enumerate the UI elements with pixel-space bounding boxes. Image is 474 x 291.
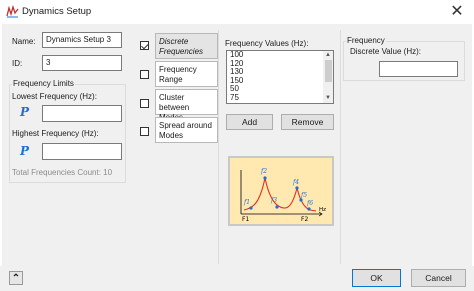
expand-icon[interactable]: ⌃ xyxy=(9,271,23,285)
remove-button[interactable]: Remove xyxy=(281,114,334,130)
footer-bar: ⌃ OK Cancel xyxy=(0,266,474,291)
checkbox[interactable] xyxy=(140,70,149,79)
point-f1 xyxy=(249,206,253,210)
add-button[interactable]: Add xyxy=(226,114,273,130)
label-start: F1 xyxy=(242,216,249,223)
scroll-thumb[interactable] xyxy=(325,60,332,82)
point-f4 xyxy=(295,186,299,190)
label-f2: f2 xyxy=(260,168,267,175)
point-f3 xyxy=(275,205,279,209)
label-f4: f4 xyxy=(292,179,299,186)
scrollbar[interactable]: ▲ ▼ xyxy=(323,51,333,103)
frequency-diagram: f2 f3 f4 f5 f1 f6 F1 F2 Hz xyxy=(228,156,334,226)
name-field[interactable]: Dynamics Setup 3 xyxy=(42,32,122,48)
label-f6: f6 xyxy=(306,200,313,207)
close-icon[interactable]: ✕ xyxy=(447,2,467,22)
scroll-up-icon[interactable]: ▲ xyxy=(325,52,331,58)
label-end: F2 xyxy=(301,216,308,223)
lowest-frequency-label: Lowest Frequency (Hz): xyxy=(12,92,97,101)
name-label: Name: xyxy=(12,37,36,46)
label-f5: f5 xyxy=(300,192,307,199)
label-axis-unit: Hz xyxy=(319,207,326,213)
cancel-button[interactable]: Cancel xyxy=(411,269,466,287)
app-icon xyxy=(6,5,19,18)
lowest-frequency-field[interactable] xyxy=(42,105,122,122)
frequency-panel: Frequency Discrete Value (Hz): xyxy=(340,30,468,264)
frequency-limits-label: Frequency Limits xyxy=(12,79,75,88)
highest-frequency-label: Highest Frequency (Hz): xyxy=(12,129,99,138)
general-panel: Name: Dynamics Setup 3 ID: 3 Frequency L… xyxy=(7,30,126,264)
list-item[interactable]: 75 xyxy=(227,93,333,103)
highest-frequency-field[interactable] xyxy=(42,143,122,160)
parameter-icon[interactable]: P xyxy=(20,144,29,158)
label-f3: f3 xyxy=(270,197,277,204)
list-item[interactable]: 150 xyxy=(227,76,333,86)
id-field[interactable]: 3 xyxy=(42,55,122,71)
parameter-icon[interactable]: P xyxy=(20,105,29,119)
diagram-graphic: f2 f3 f4 f5 f1 f6 F1 F2 Hz xyxy=(230,158,332,224)
title-bar: Dynamics Setup ✕ xyxy=(0,0,474,24)
point-f2 xyxy=(263,176,267,180)
total-frequencies-count: Total Frequencies Count: 10 xyxy=(12,168,113,177)
checkbox[interactable] xyxy=(140,127,149,136)
discrete-value-label: Discrete Value (Hz): xyxy=(350,47,421,56)
checkbox[interactable] xyxy=(140,41,149,50)
discrete-value-field[interactable] xyxy=(379,61,458,77)
ok-button[interactable]: OK xyxy=(352,269,401,287)
frequency-values-list[interactable]: 100 120 130 150 50 75 ▲ ▼ xyxy=(226,50,334,104)
list-item[interactable]: 50 xyxy=(227,84,333,94)
option-tab-cluster-between-modes[interactable]: Cluster between Modes xyxy=(155,89,218,122)
option-tab-frequency-range[interactable]: Frequency Range xyxy=(155,61,218,87)
frequency-values-label: Frequency Values (Hz): xyxy=(225,39,309,48)
window-title: Dynamics Setup xyxy=(22,6,92,17)
point-f6 xyxy=(307,207,311,211)
checkbox[interactable] xyxy=(140,99,149,108)
id-label: ID: xyxy=(12,59,23,68)
values-panel: Frequency Values (Hz): 100 120 130 150 5… xyxy=(218,30,338,264)
frequency-group-label: Frequency xyxy=(346,36,386,45)
label-f1: f1 xyxy=(243,199,250,206)
scroll-down-icon[interactable]: ▼ xyxy=(325,95,331,101)
option-tab-spread-around-modes[interactable]: Spread around Modes xyxy=(155,117,218,143)
option-tab-discrete-frequencies[interactable]: Discrete Frequencies xyxy=(155,33,218,59)
